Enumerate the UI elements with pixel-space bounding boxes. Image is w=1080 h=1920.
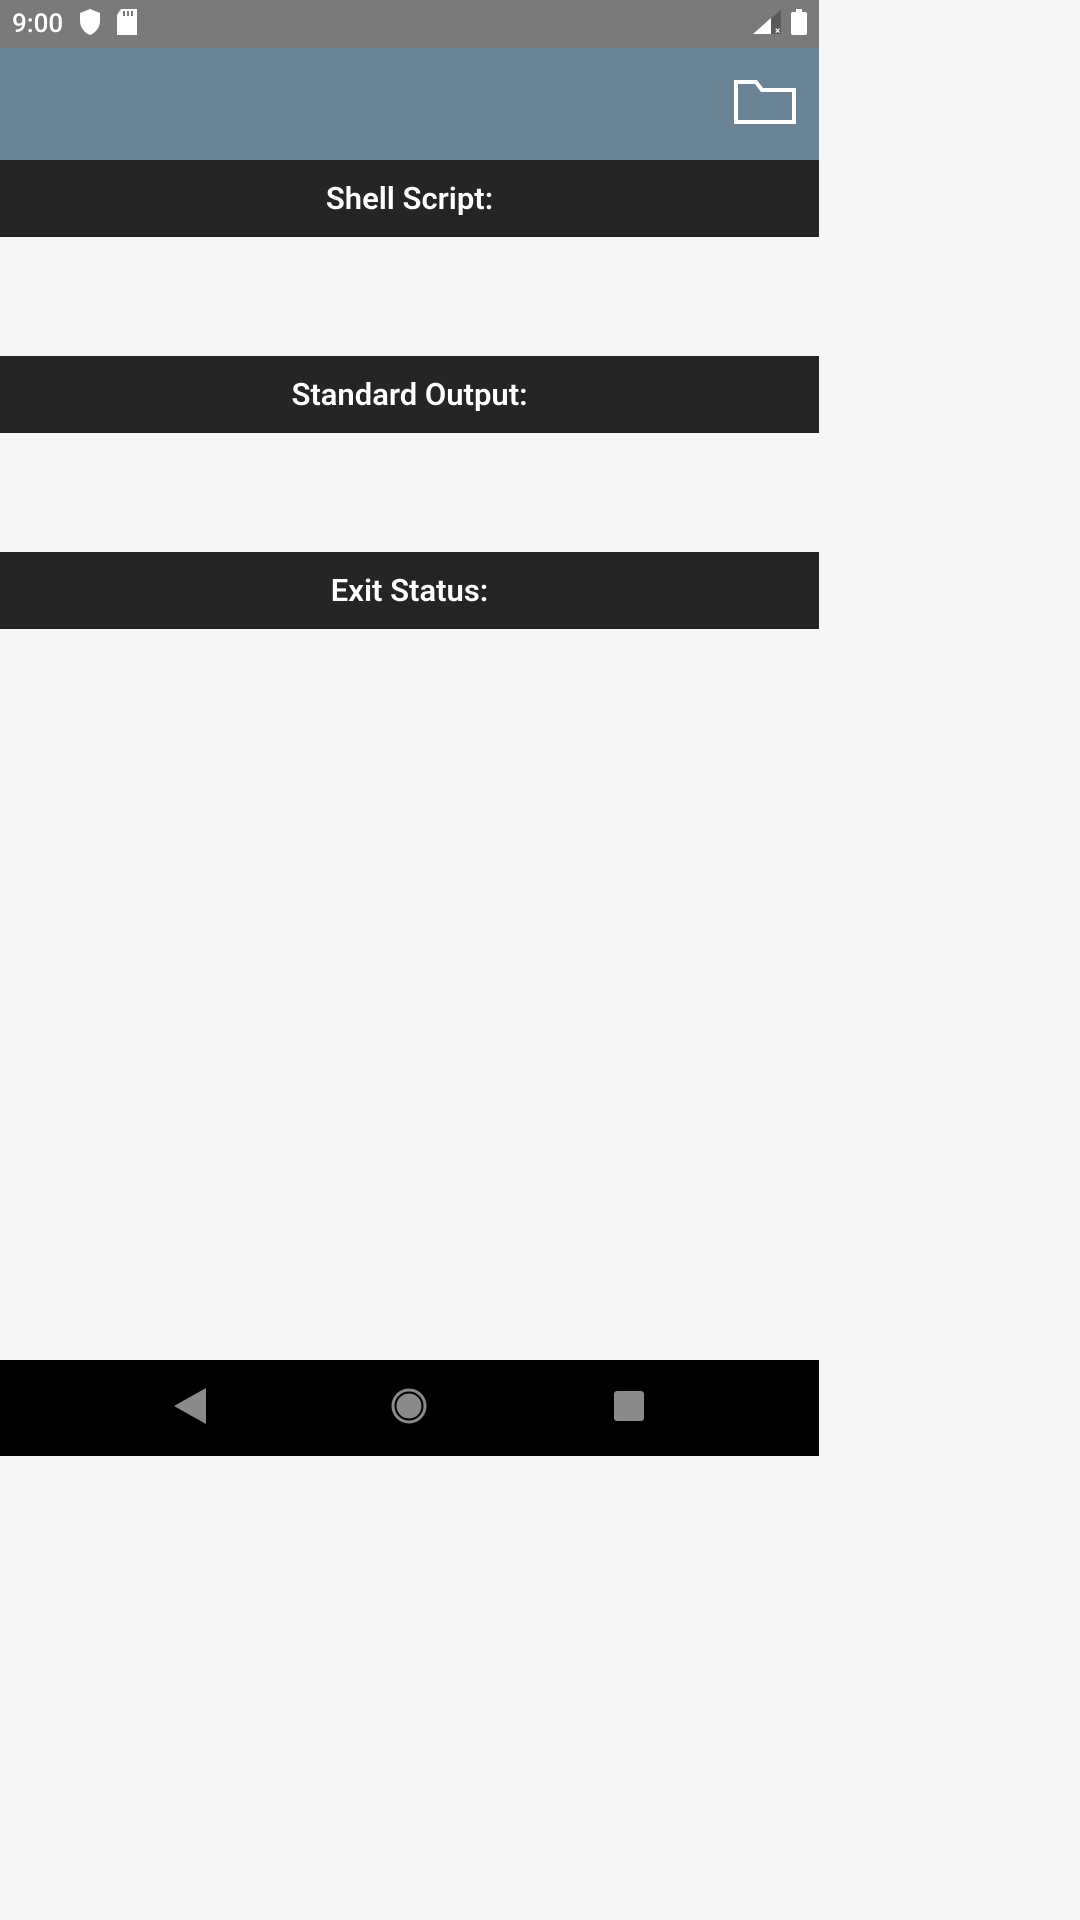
exit-status-content (0, 629, 819, 1360)
navigation-bar (0, 1360, 819, 1456)
recent-apps-button[interactable] (599, 1378, 659, 1438)
shell-script-content[interactable] (0, 237, 819, 356)
app-bar (0, 48, 819, 160)
standard-output-label: Standard Output: (291, 376, 527, 413)
folder-button[interactable] (729, 68, 801, 140)
status-bar-right: × (753, 9, 807, 39)
exit-status-label: Exit Status: (331, 572, 488, 609)
home-circle-icon (390, 1387, 428, 1429)
status-bar: 9:00 × (0, 0, 819, 48)
svg-text:×: × (775, 26, 780, 34)
home-button[interactable] (379, 1378, 439, 1438)
battery-icon (791, 9, 807, 39)
shield-icon (79, 9, 101, 39)
shell-script-header: Shell Script: (0, 160, 819, 237)
back-button[interactable] (160, 1378, 220, 1438)
exit-status-header: Exit Status: (0, 552, 819, 629)
folder-icon (734, 78, 796, 130)
square-icon (614, 1391, 644, 1425)
shell-script-label: Shell Script: (326, 180, 493, 217)
status-bar-left: 9:00 (12, 9, 137, 39)
standard-output-content (0, 433, 819, 552)
standard-output-header: Standard Output: (0, 356, 819, 433)
sd-card-icon (117, 9, 137, 39)
signal-icon: × (753, 10, 781, 38)
status-time: 9:00 (12, 9, 63, 39)
back-triangle-icon (174, 1388, 206, 1428)
